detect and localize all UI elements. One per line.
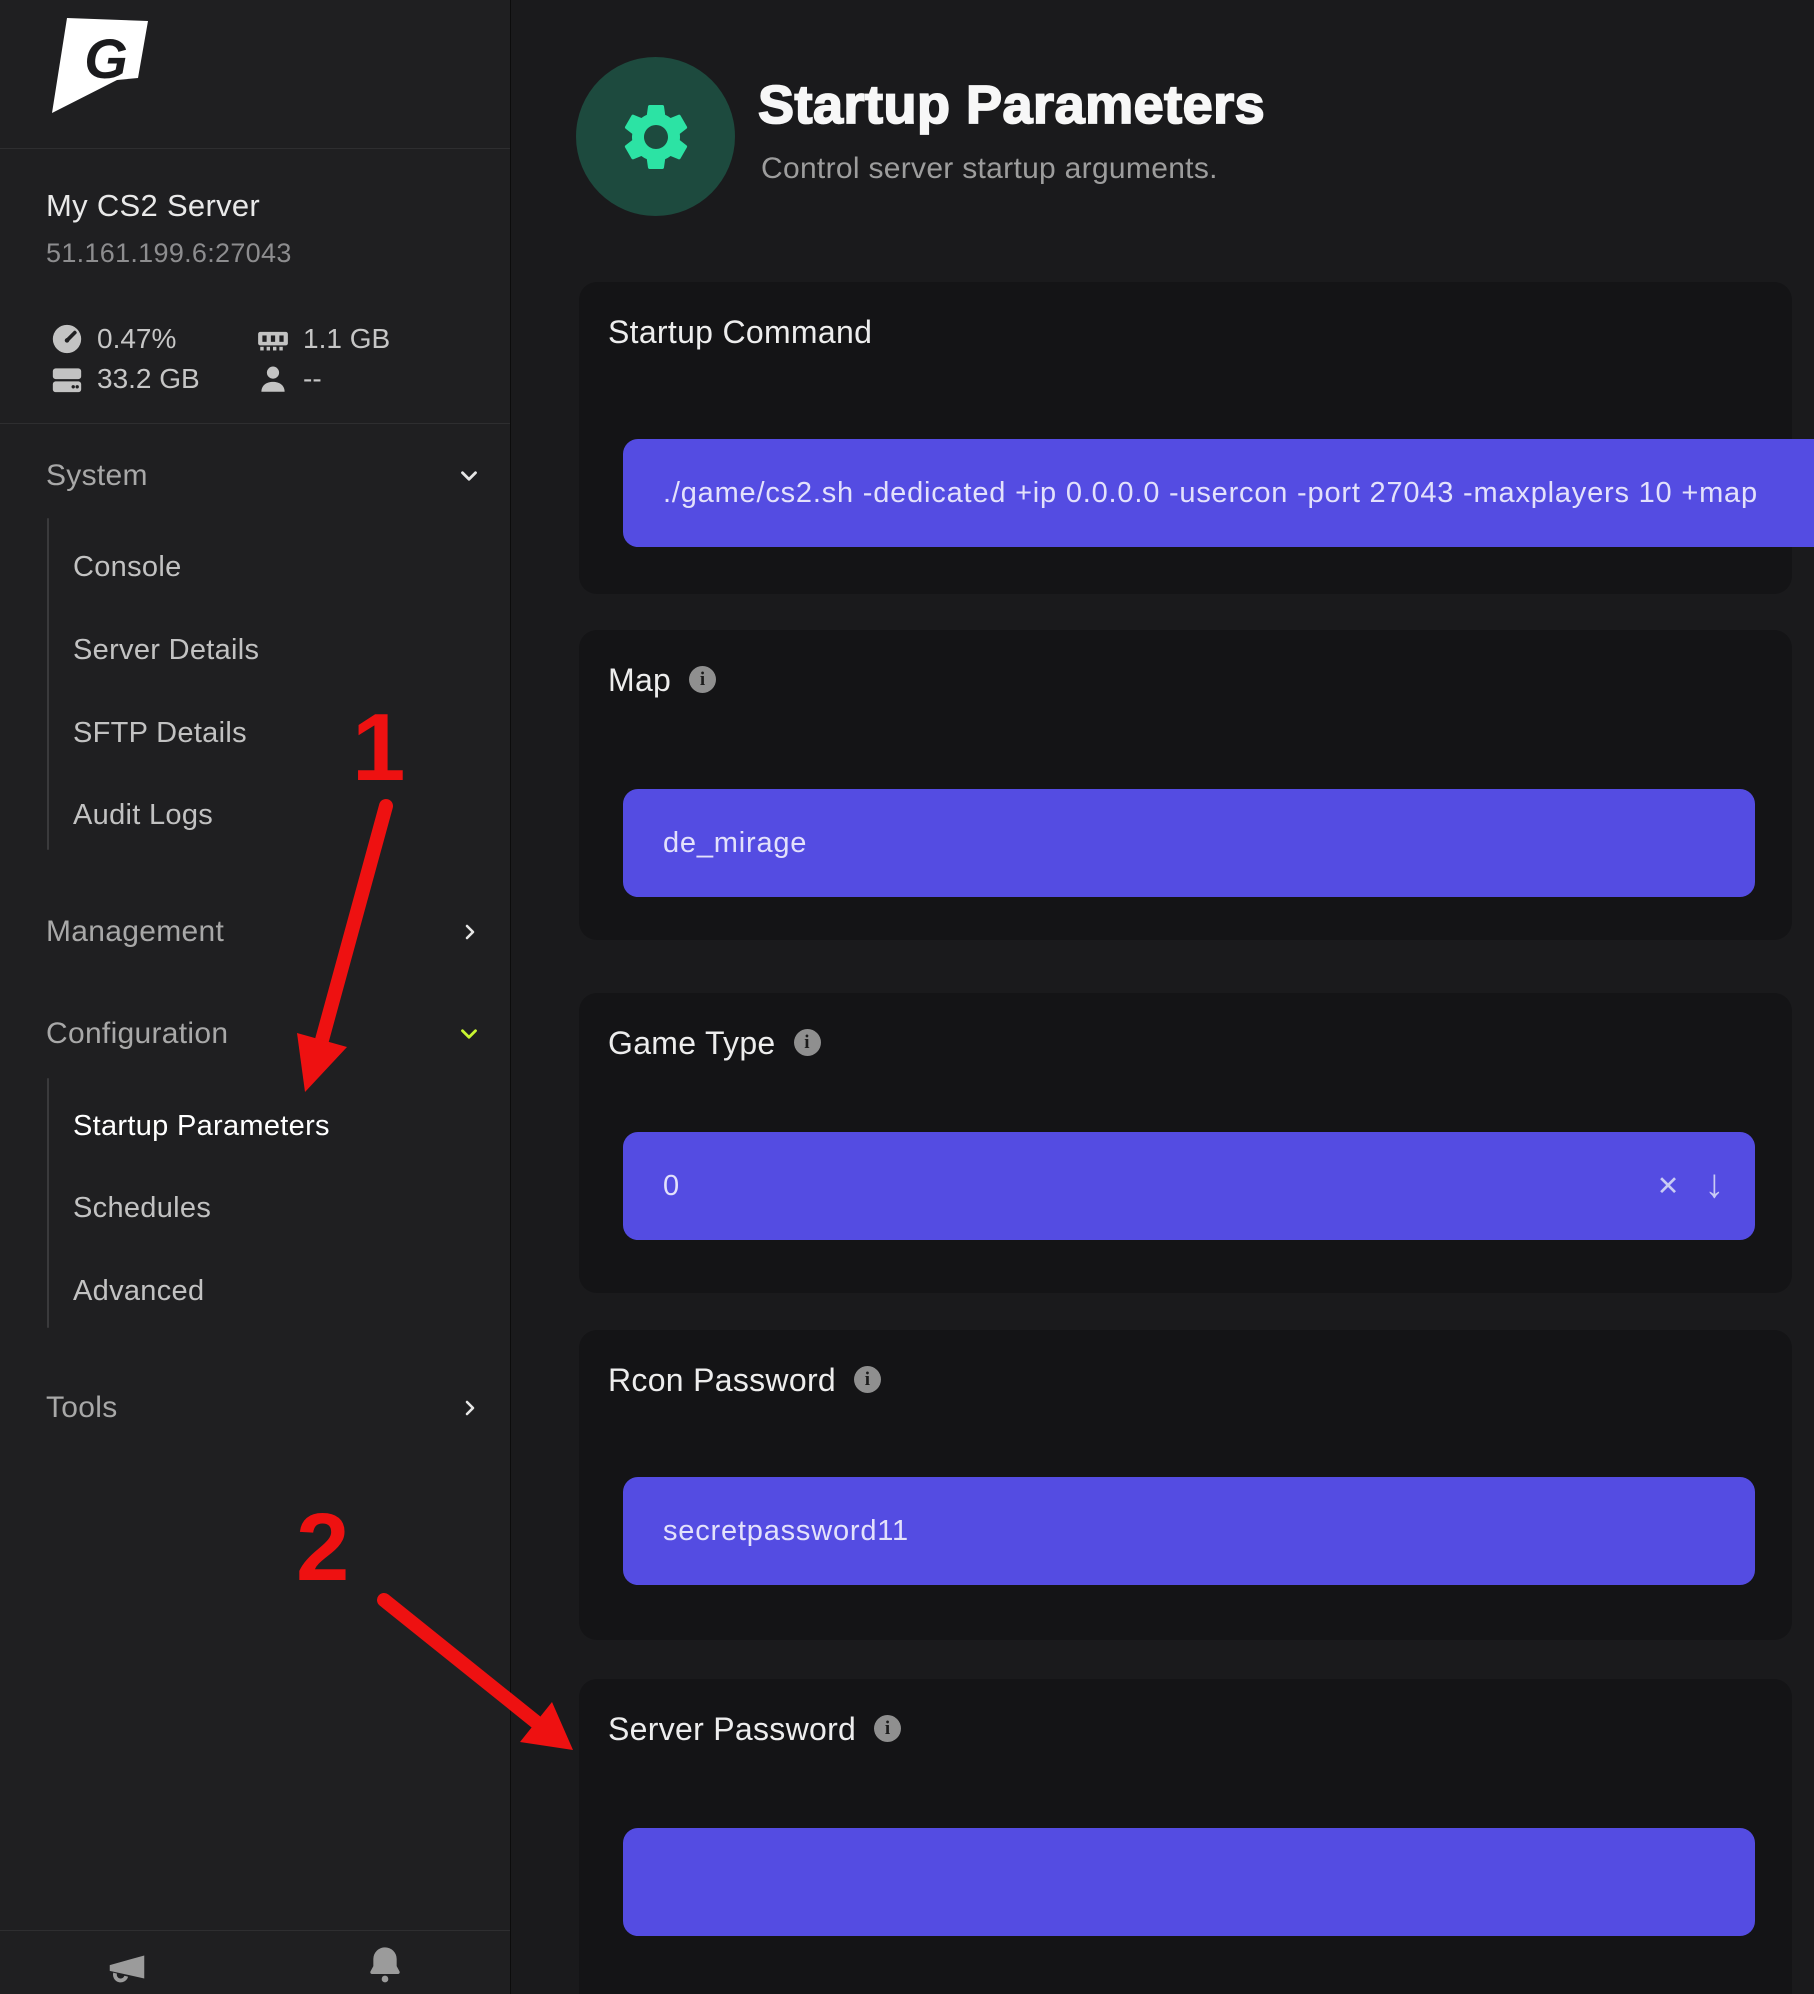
rcon-password-input[interactable]: secretpassword11 [623, 1477, 1755, 1585]
sidebar-item-label: Console [73, 551, 182, 584]
brand-g-logo[interactable]: G [52, 16, 148, 120]
sidebar-divider-top [0, 148, 510, 149]
sidebar-item-server-details[interactable]: Server Details [73, 632, 259, 668]
info-icon[interactable]: i [689, 666, 716, 693]
select-controls: ✕ ↓ [1657, 1132, 1725, 1240]
sidebar-item-audit-logs[interactable]: Audit Logs [73, 797, 213, 833]
field-label: Game Type i [608, 1025, 821, 1062]
field-label-text: Rcon Password [608, 1362, 836, 1399]
sidebar-divider-stats [0, 423, 510, 424]
card-startup-command: Startup Command ./game/cs2.sh -dedicated… [579, 282, 1792, 594]
card-rcon-password: Rcon Password i secretpassword11 [579, 1330, 1792, 1640]
stat-players: -- [256, 362, 322, 396]
sidebar-section-label: Configuration [46, 1017, 228, 1051]
sidebar-divider-bottom [0, 1930, 510, 1931]
disk-value: 33.2 GB [97, 363, 200, 395]
sidebar-item-console[interactable]: Console [73, 549, 182, 585]
gauge-icon [50, 322, 84, 356]
clear-icon[interactable]: ✕ [1657, 1171, 1680, 1202]
startup-command-value: ./game/cs2.sh -dedicated +ip 0.0.0.0 -us… [663, 477, 1758, 510]
card-map: Map i de_mirage [579, 630, 1792, 940]
rcon-password-value: secretpassword11 [663, 1515, 909, 1548]
game-type-select[interactable]: 0 ✕ ↓ [623, 1132, 1755, 1240]
map-input[interactable]: de_mirage [623, 789, 1755, 897]
cpu-value: 0.47% [97, 323, 176, 355]
sidebar-item-label: Audit Logs [73, 799, 213, 832]
announcements-megaphone-icon[interactable] [104, 1944, 150, 1990]
stat-disk: 33.2 GB [50, 362, 200, 396]
server-ip-address: 51.161.199.6:27043 [46, 238, 292, 269]
memory-value: 1.1 GB [303, 323, 390, 355]
field-label-text: Map [608, 662, 671, 699]
page-icon-circle [576, 57, 735, 216]
field-label: Startup Command [608, 314, 872, 351]
players-value: -- [303, 363, 322, 395]
chevron-down-icon [456, 463, 482, 489]
sidebar-section-system[interactable]: System [46, 458, 482, 494]
notifications-bell-icon[interactable] [365, 1942, 405, 1986]
svg-text:G: G [84, 27, 128, 90]
sidebar-item-label: Startup Parameters [73, 1110, 330, 1143]
sidebar-section-management[interactable]: Management [46, 914, 482, 950]
sidebar-item-sftp-details[interactable]: SFTP Details [73, 715, 247, 751]
disk-icon [50, 362, 84, 396]
sidebar-item-label: Server Details [73, 634, 259, 667]
field-label: Server Password i [608, 1711, 901, 1748]
sidebar-section-label: Management [46, 915, 224, 949]
page-subtitle: Control server startup arguments. [761, 152, 1218, 186]
sidebar-item-label: Advanced [73, 1275, 204, 1308]
info-icon[interactable]: i [854, 1366, 881, 1393]
field-label-text: Server Password [608, 1711, 856, 1748]
stat-memory: 1.1 GB [256, 322, 390, 356]
sidebar-section-label: System [46, 459, 148, 493]
server-name: My CS2 Server [46, 188, 260, 224]
memory-icon [256, 322, 290, 356]
field-label: Map i [608, 662, 716, 699]
startup-command-input[interactable]: ./game/cs2.sh -dedicated +ip 0.0.0.0 -us… [623, 439, 1814, 547]
sidebar-item-label: SFTP Details [73, 717, 247, 750]
card-server-password: Server Password i [579, 1679, 1792, 1994]
field-label: Rcon Password i [608, 1362, 881, 1399]
nav-group-indent-line [47, 518, 49, 850]
sidebar: G My CS2 Server 51.161.199.6:27043 0.47%… [0, 0, 511, 1994]
players-icon [256, 362, 290, 396]
sidebar-section-configuration[interactable]: Configuration [46, 1016, 482, 1052]
stat-cpu: 0.47% [50, 322, 176, 356]
field-label-text: Startup Command [608, 314, 872, 351]
dropdown-arrow-icon[interactable]: ↓ [1704, 1162, 1725, 1207]
server-password-input[interactable] [623, 1828, 1755, 1936]
sidebar-item-schedules[interactable]: Schedules [73, 1190, 211, 1226]
main-content: Startup Parameters Control server startu… [511, 0, 1814, 1994]
info-icon[interactable]: i [794, 1029, 821, 1056]
info-icon[interactable]: i [874, 1715, 901, 1742]
sidebar-item-startup-parameters[interactable]: Startup Parameters [73, 1108, 330, 1144]
sidebar-section-label: Tools [46, 1391, 118, 1425]
card-game-type: Game Type i 0 ✕ ↓ [579, 993, 1792, 1293]
sidebar-item-advanced[interactable]: Advanced [73, 1273, 204, 1309]
chevron-right-icon [458, 1396, 482, 1420]
map-value: de_mirage [663, 827, 807, 860]
nav-group-indent-line [47, 1078, 49, 1328]
chevron-down-icon [456, 1021, 482, 1047]
game-type-value: 0 [663, 1170, 680, 1203]
field-label-text: Game Type [608, 1025, 776, 1062]
sidebar-item-label: Schedules [73, 1192, 211, 1225]
chevron-right-icon [458, 920, 482, 944]
page-title: Startup Parameters [758, 74, 1265, 136]
sidebar-section-tools[interactable]: Tools [46, 1390, 482, 1426]
gear-icon [616, 97, 696, 177]
